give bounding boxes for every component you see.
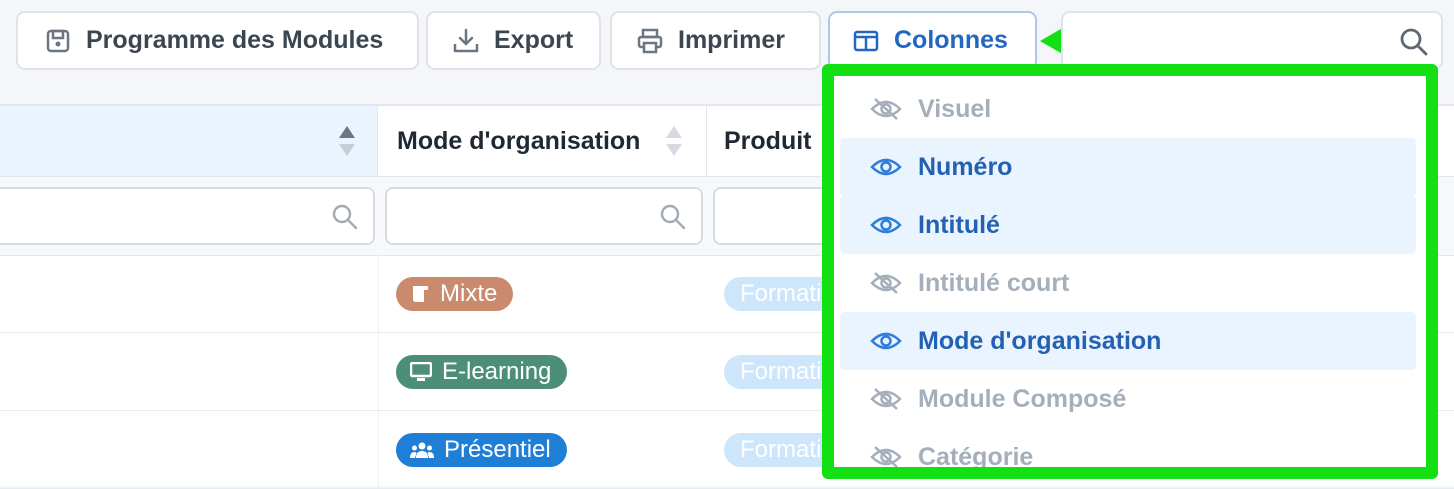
- eye-slash-icon: [870, 271, 904, 295]
- column-toggle-module-compose[interactable]: Module Composé: [840, 370, 1416, 428]
- search-icon: [331, 203, 359, 236]
- search-icon[interactable]: [1399, 27, 1429, 62]
- column-toggle-categorie[interactable]: Catégorie: [840, 428, 1416, 471]
- column-toggle-intitule[interactable]: Intitulé: [840, 196, 1416, 254]
- filter-input-mode[interactable]: [385, 187, 703, 245]
- column-header-label: Mode d'organisation: [397, 126, 641, 155]
- sort-icon[interactable]: [665, 124, 683, 165]
- column-toggle-label: Module Composé: [918, 384, 1127, 413]
- eye-slash-icon: [870, 387, 904, 411]
- columns-label: Colonnes: [894, 26, 1008, 54]
- column-toggle-label: Catégorie: [918, 442, 1034, 471]
- programme-modules-button[interactable]: Programme des Modules: [16, 11, 419, 70]
- group-icon: [410, 440, 434, 460]
- column-header-intitule[interactable]: [0, 106, 378, 176]
- eye-slash-icon: [870, 445, 904, 467]
- mode-badge: Mixte: [396, 277, 514, 311]
- column-toggle-mode-organisation[interactable]: Mode d'organisation: [840, 312, 1416, 370]
- mode-badge: E-learning: [396, 355, 568, 389]
- export-label: Export: [494, 26, 574, 54]
- sort-icon[interactable]: [338, 124, 356, 165]
- global-search[interactable]: [1061, 11, 1443, 70]
- filter-input-intitule[interactable]: [0, 187, 375, 245]
- search-icon: [659, 203, 687, 236]
- programme-modules-label: Programme des Modules: [86, 26, 384, 54]
- column-toggle-visuel[interactable]: Visuel: [840, 80, 1416, 138]
- search-input[interactable]: [1077, 25, 1381, 59]
- column-toggle-numero[interactable]: Numéro: [840, 138, 1416, 196]
- scroll-icon: [410, 284, 430, 304]
- save-icon: [44, 27, 72, 55]
- mode-label: Mixte: [440, 280, 498, 307]
- download-icon: [452, 27, 480, 55]
- export-button[interactable]: Export: [426, 11, 601, 70]
- printer-icon: [636, 27, 664, 55]
- column-toggle-intitule-court[interactable]: Intitulé court: [840, 254, 1416, 312]
- print-button[interactable]: Imprimer: [610, 11, 821, 70]
- eye-slash-icon: [870, 97, 904, 121]
- eye-icon: [870, 155, 904, 179]
- monitor-icon: [410, 362, 432, 382]
- column-toggle-label: Numéro: [918, 152, 1013, 181]
- columns-dropdown: Visuel Numéro Intitulé Intitulé court Mo…: [822, 64, 1438, 479]
- mode-label: E-learning: [442, 358, 552, 385]
- mode-label: Présentiel: [444, 436, 551, 463]
- column-header-mode[interactable]: Mode d'organisation: [379, 106, 707, 176]
- columns-button[interactable]: Colonnes: [828, 11, 1037, 70]
- columns-icon: [852, 27, 880, 55]
- column-toggle-label: Intitulé: [918, 210, 1000, 239]
- eye-icon: [870, 213, 904, 237]
- eye-icon: [870, 329, 904, 353]
- column-toggle-label: Visuel: [918, 94, 992, 123]
- column-toggle-label: Intitulé court: [918, 268, 1070, 297]
- column-toggle-label: Mode d'organisation: [918, 326, 1162, 355]
- mode-badge: Présentiel: [396, 433, 567, 467]
- print-label: Imprimer: [678, 26, 785, 54]
- column-header-label: Produit: [724, 126, 812, 155]
